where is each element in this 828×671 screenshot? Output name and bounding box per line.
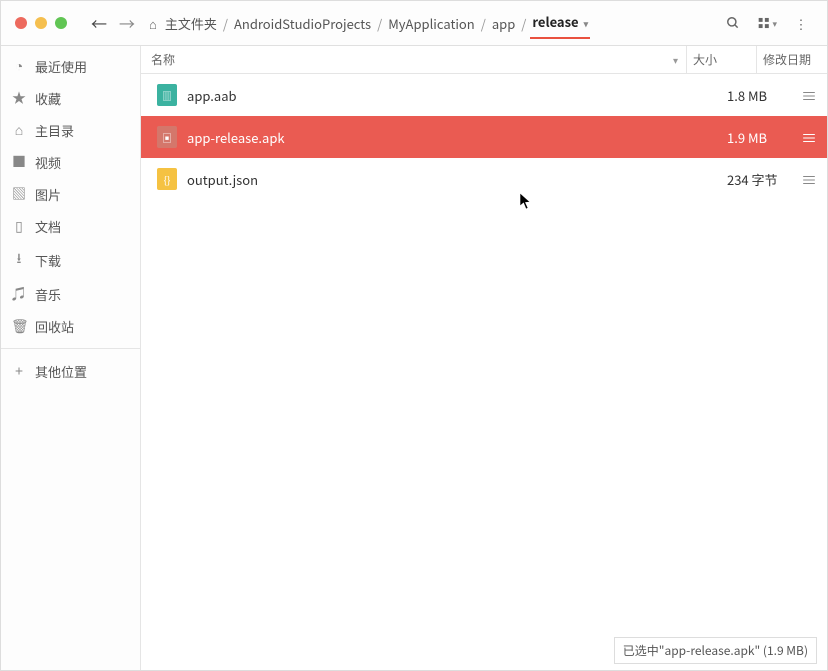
toolbar: ← → ⌂ 主文件夹 / AndroidStudioProjects / MyA…: [1, 1, 827, 46]
document-icon: ▯: [11, 216, 27, 236]
maximize-window[interactable]: [55, 17, 67, 29]
sidebar-item-trash[interactable]: 🗑 回收站: [1, 310, 140, 342]
column-name[interactable]: 名称 ▾: [141, 46, 687, 73]
file-row[interactable]: {} output.json234 字节≡: [141, 158, 827, 200]
view-grid-icon[interactable]: ▾: [757, 13, 777, 33]
search-icon[interactable]: [723, 13, 743, 33]
sidebar-item-label: 音乐: [35, 285, 61, 304]
column-date[interactable]: 修改日期: [757, 46, 827, 73]
file-list: ▥app.aab1.8 MB≡▣app-release.apk1.9 MB≡{}…: [141, 74, 827, 670]
main-pane: 名称 ▾ 大小 修改日期 ▥app.aab1.8 MB≡▣app-release…: [141, 46, 827, 670]
file-name: output.json: [187, 170, 727, 189]
column-label: 修改日期: [763, 51, 811, 68]
trash-icon: 🗑: [11, 316, 27, 336]
sidebar: ◔最近使用 ★收藏 ⌂主目录 ■视频 ▧图片 ▯文档 ⭳下载 ♫音乐 🗑回收站 …: [1, 46, 141, 670]
file-size: 1.8 MB: [727, 86, 797, 105]
sidebar-item-label: 文档: [35, 217, 61, 236]
archive-file-icon: ▥: [157, 84, 177, 106]
sidebar-item-home[interactable]: ⌂ 主目录: [1, 114, 140, 146]
breadcrumb-home[interactable]: 主文件夹: [163, 10, 219, 37]
code-file-icon: {}: [157, 168, 177, 190]
forward-button[interactable]: →: [113, 9, 141, 37]
file-size: 1.9 MB: [727, 128, 797, 147]
file-name: app.aab: [187, 86, 727, 105]
breadcrumb: ⌂ 主文件夹 / AndroidStudioProjects / MyAppli…: [149, 8, 723, 39]
sidebar-item-music[interactable]: ♫ 音乐: [1, 278, 140, 310]
dropdown-icon: ▾: [584, 17, 589, 30]
column-headers: 名称 ▾ 大小 修改日期: [141, 46, 827, 74]
sidebar-item-label: 下载: [35, 251, 61, 270]
breadcrumb-sep: /: [481, 14, 486, 33]
breadcrumb-current-label: release: [532, 12, 578, 31]
file-size: 234 字节: [727, 170, 797, 189]
star-icon: ★: [11, 88, 27, 108]
sidebar-item-downloads[interactable]: ⭳ 下载: [1, 242, 140, 278]
file-row[interactable]: ▣ app-release.apk1.9 MB≡: [141, 116, 827, 158]
sidebar-item-label: 图片: [35, 185, 61, 204]
status-bar: 已选中"app-release.apk" (1.9 MB): [614, 637, 817, 664]
plus-icon: +: [11, 361, 27, 381]
close-window[interactable]: [15, 17, 27, 29]
download-icon: ⭳: [11, 248, 27, 272]
sidebar-item-starred[interactable]: ★ 收藏: [1, 82, 140, 114]
file-menu-icon[interactable]: ≡: [797, 125, 817, 149]
column-size[interactable]: 大小: [687, 46, 757, 73]
music-icon: ♫: [11, 284, 27, 304]
home-icon: ⌂: [11, 120, 27, 140]
window-controls: [15, 17, 67, 29]
apk-file-icon: ▣: [157, 126, 177, 148]
sidebar-item-videos[interactable]: ■ 视频: [1, 146, 140, 178]
breadcrumb-item[interactable]: app: [490, 10, 517, 37]
breadcrumb-item[interactable]: MyApplication: [386, 10, 477, 37]
sidebar-item-label: 视频: [35, 153, 61, 172]
minimize-window[interactable]: [35, 17, 47, 29]
sidebar-item-label: 收藏: [35, 89, 61, 108]
sort-indicator-icon: ▾: [673, 52, 678, 67]
breadcrumb-sep: /: [223, 14, 228, 33]
breadcrumb-current[interactable]: release ▾: [530, 8, 590, 39]
back-button[interactable]: ←: [85, 9, 113, 37]
sidebar-separator: [1, 348, 140, 349]
menu-icon[interactable]: ⋮: [791, 13, 811, 33]
file-menu-icon[interactable]: ≡: [797, 167, 817, 191]
breadcrumb-sep: /: [377, 14, 382, 33]
file-menu-icon[interactable]: ≡: [797, 83, 817, 107]
video-icon: ■: [11, 152, 27, 172]
sidebar-item-pictures[interactable]: ▧ 图片: [1, 178, 140, 210]
file-name: app-release.apk: [187, 128, 727, 147]
breadcrumb-item[interactable]: AndroidStudioProjects: [232, 10, 373, 37]
column-label: 名称: [151, 51, 175, 68]
home-icon: ⌂: [149, 14, 157, 33]
image-icon: ▧: [11, 184, 27, 204]
sidebar-item-label: 最近使用: [35, 57, 87, 76]
sidebar-item-label: 回收站: [35, 317, 74, 336]
sidebar-item-recent[interactable]: ◔ 最近使用: [1, 50, 140, 82]
sidebar-item-label: 其他位置: [35, 362, 87, 381]
clock-icon: ◔: [11, 56, 27, 76]
chevron-down-icon: ▾: [772, 17, 777, 30]
file-row[interactable]: ▥ app.aab1.8 MB≡: [141, 74, 827, 116]
sidebar-item-label: 主目录: [35, 121, 74, 140]
sidebar-item-other[interactable]: + 其他位置: [1, 355, 140, 387]
sidebar-item-documents[interactable]: ▯ 文档: [1, 210, 140, 242]
breadcrumb-sep: /: [521, 14, 526, 33]
column-label: 大小: [693, 51, 717, 68]
